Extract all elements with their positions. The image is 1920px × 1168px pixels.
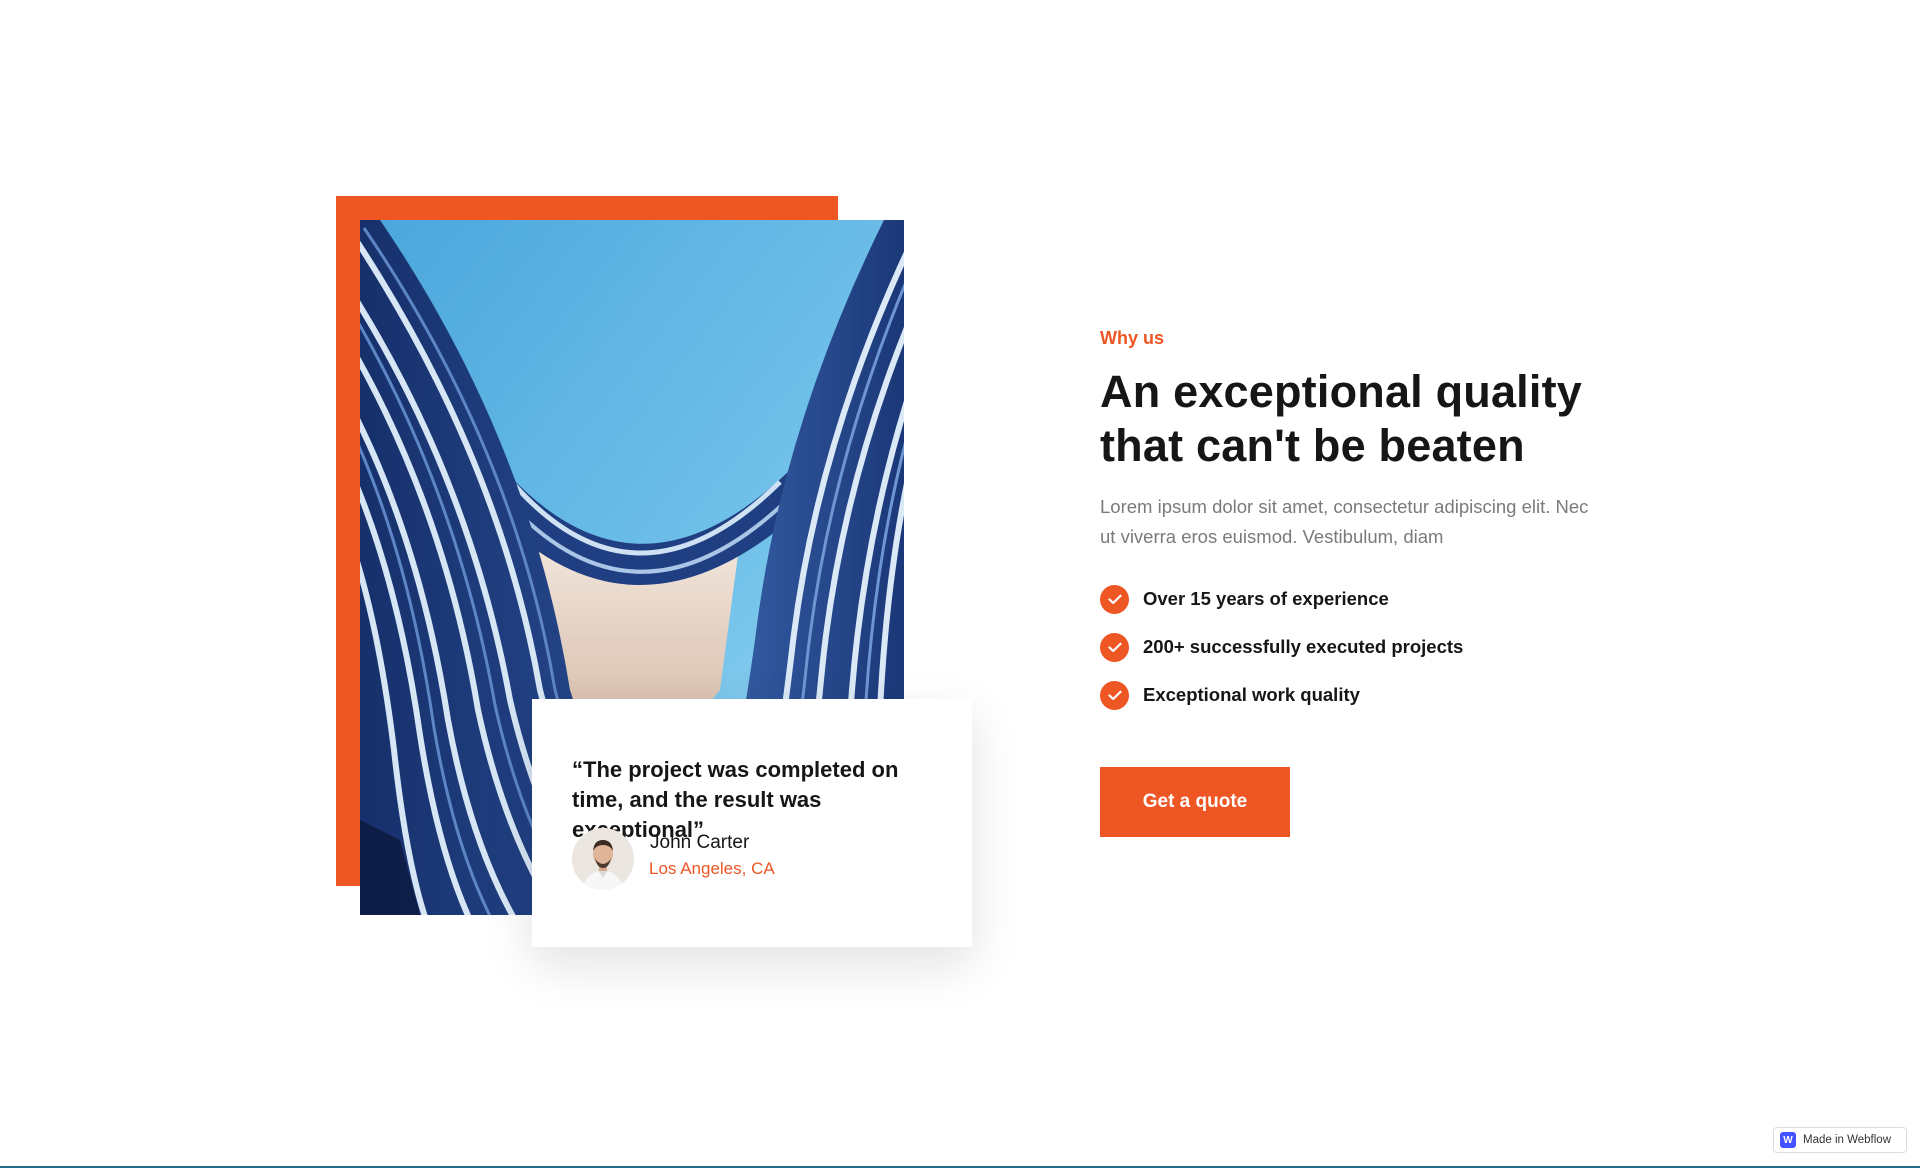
get-a-quote-button[interactable]: Get a quote [1100,767,1290,837]
section-headline: An exceptional quality that can't be bea… [1100,366,1582,471]
section-description: Lorem ipsum dolor sit amet, consectetur … [1100,496,1589,547]
check-icon [1100,632,1129,662]
badge-label: Made in Webflow [1803,1134,1891,1146]
feature-list: Over 15 years of experience 200+ success… [1100,584,1463,728]
check-icon [1100,584,1129,614]
author-name: John Carter [650,832,750,853]
feature-item: 200+ successfully executed projects [1100,632,1463,662]
testimonial-quote: “The project was completed on time, and … [572,757,899,842]
feature-label: Over 15 years of experience [1143,588,1389,609]
testimonial-card: “The project was completed on time, and … [532,699,972,947]
webflow-logo-icon: W [1780,1132,1796,1148]
check-icon [1100,680,1129,710]
feature-item: Over 15 years of experience [1100,584,1463,614]
made-in-webflow-badge[interactable]: W Made in Webflow [1773,1127,1907,1153]
avatar [572,828,634,890]
feature-label: 200+ successfully executed projects [1143,636,1464,657]
feature-item: Exceptional work quality [1100,680,1463,710]
feature-label: Exceptional work quality [1143,684,1360,705]
section-eyebrow: Why us [1100,328,1165,348]
author-location: Los Angeles, CA [649,859,775,878]
